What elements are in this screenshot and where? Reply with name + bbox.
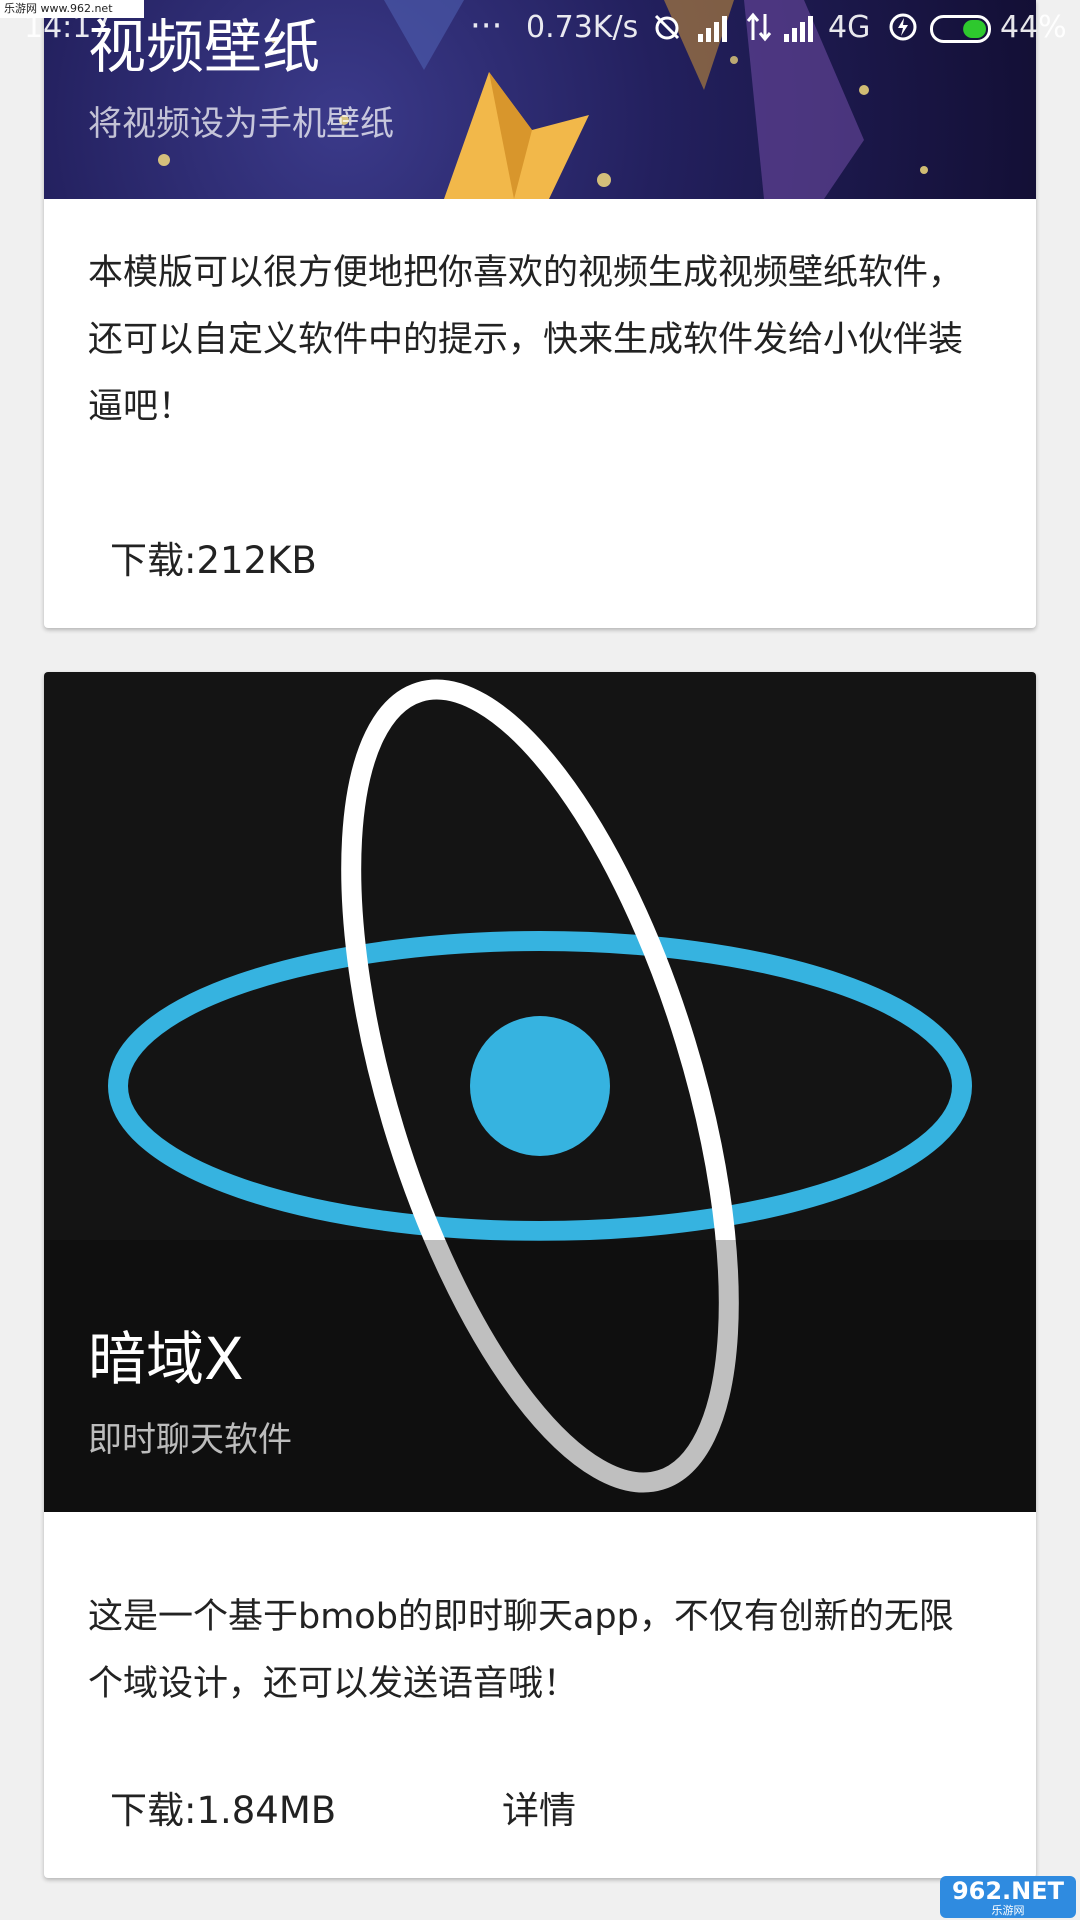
anyu-x-banner: 暗域X 即时聊天软件 xyxy=(44,672,1036,1512)
card-subtitle: 即时聊天软件 xyxy=(88,1420,292,1460)
more-dots-icon: ··· xyxy=(470,6,503,46)
card-description: 这是一个基于bmob的即时聊天app，不仅有创新的无限个域设计，还可以发送语音哦… xyxy=(88,1597,954,1704)
download-button[interactable]: 下载:212KB xyxy=(110,530,317,584)
network-speed: 0.73K/s xyxy=(526,10,639,45)
card-description: 本模版可以很方便地把你喜欢的视频生成视频壁纸软件，还可以自定义软件中的提示，快来… xyxy=(88,253,964,427)
status-bar: 14:17 ··· 0.73K/s 4G 44% xyxy=(0,0,1080,58)
app-card-video-wallpaper[interactable]: 视频壁纸 将视频设为手机壁纸 本模版可以很方便地把你喜欢的视频生成视频壁纸软件，… xyxy=(44,0,1036,628)
network-type: 4G xyxy=(828,10,871,45)
site-logo-sub: 乐游网 xyxy=(991,1904,1025,1917)
data-transfer-icon xyxy=(746,12,772,50)
battery-percent: 44% xyxy=(1000,10,1067,45)
battery-icon xyxy=(930,15,996,51)
site-logo: 962.NET 乐游网 xyxy=(940,1876,1076,1918)
charging-icon xyxy=(888,12,918,50)
signal-icon-2 xyxy=(784,14,820,50)
site-logo-brand: 962.NET xyxy=(951,1877,1065,1905)
download-button[interactable]: 下载:1.84MB xyxy=(110,1780,336,1834)
signal-icon xyxy=(698,14,734,50)
details-button[interactable]: 详情 xyxy=(502,1780,576,1834)
alarm-muted-icon xyxy=(652,12,682,50)
card-title: 暗域X xyxy=(88,1325,244,1393)
card-subtitle: 将视频设为手机壁纸 xyxy=(88,104,394,144)
app-card-anyu-x[interactable]: 暗域X 即时聊天软件 这是一个基于bmob的即时聊天app，不仅有创新的无限个域… xyxy=(44,672,1036,1878)
site-watermark: 乐游网 www.962.net xyxy=(0,0,144,18)
